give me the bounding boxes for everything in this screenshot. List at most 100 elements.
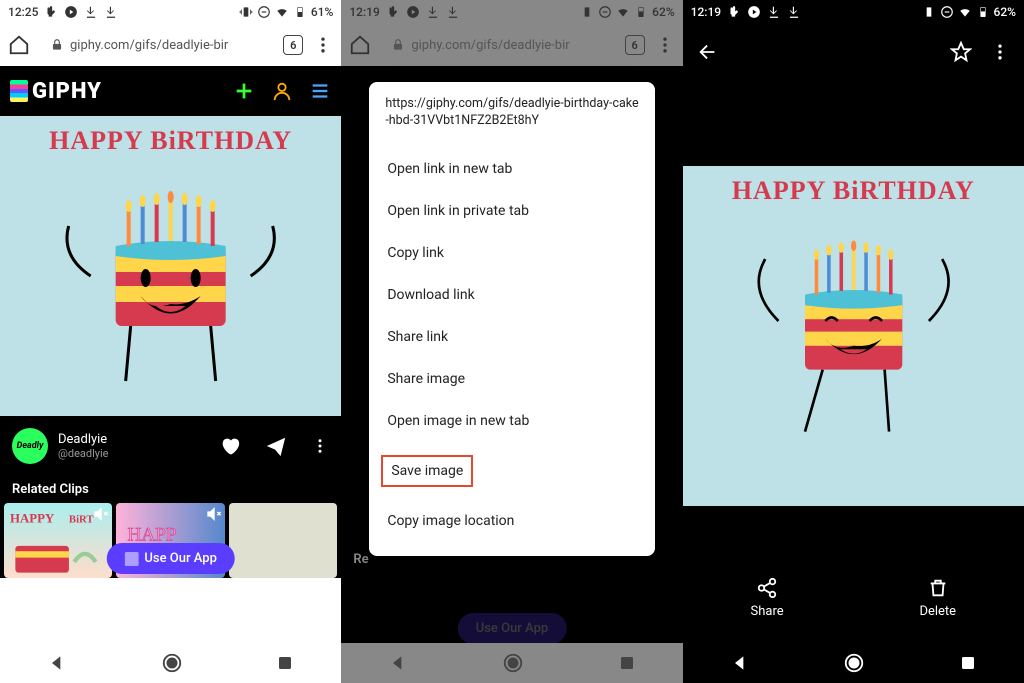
- home-icon[interactable]: [8, 34, 30, 56]
- gif-image[interactable]: HAPPY BiRTHDAY: [0, 116, 341, 416]
- user-names[interactable]: Deadlyie @deadlyie: [58, 432, 109, 461]
- download-icon: [426, 5, 440, 19]
- nav-bar: [0, 643, 341, 683]
- tab-count[interactable]: 6: [283, 35, 303, 55]
- context-menu-item[interactable]: Open image in new tab: [385, 400, 638, 442]
- status-bar: 12:19 62%: [341, 0, 682, 24]
- nav-bar: [341, 643, 682, 683]
- lock-icon: [391, 38, 405, 52]
- status-bar: 12:19 62%: [683, 0, 1024, 24]
- clip-thumbnail[interactable]: HAPPY BiRT: [4, 503, 112, 578]
- nav-bar: [683, 643, 1024, 683]
- gif-image[interactable]: HAPPY BiRTHDAY: [683, 166, 1024, 506]
- plus-icon[interactable]: [233, 80, 255, 102]
- vibrate-icon: [922, 5, 936, 19]
- vibrate-icon: [580, 5, 594, 19]
- user-icon[interactable]: [271, 80, 293, 102]
- hand-icon: [727, 5, 741, 19]
- url-text: giphy.com/gifs/deadlyie-bir: [70, 38, 228, 53]
- use-app-button[interactable]: Use Our App: [106, 543, 235, 574]
- gif-caption: HAPPY BiRTHDAY: [49, 126, 292, 156]
- gif-caption: HAPPY BiRTHDAY: [732, 176, 975, 206]
- delete-button[interactable]: Delete: [919, 577, 956, 619]
- status-battery: 62%: [652, 5, 674, 19]
- share-button[interactable]: Share: [751, 577, 784, 619]
- giphy-header: GIPHY: [0, 66, 341, 116]
- download-icon: [104, 5, 118, 19]
- nav-back-icon[interactable]: [47, 653, 67, 673]
- context-menu-item[interactable]: Save image: [385, 442, 638, 500]
- send-icon[interactable]: [265, 435, 287, 457]
- nav-recent-icon[interactable]: [959, 654, 977, 672]
- use-app-button[interactable]: Use Our App: [458, 613, 567, 644]
- nav-recent-icon[interactable]: [618, 654, 636, 672]
- context-menu-item[interactable]: Copy image location: [385, 500, 638, 542]
- battery-icon: [976, 5, 990, 19]
- vibrate-icon: [239, 5, 253, 19]
- nav-back-icon[interactable]: [730, 653, 750, 673]
- viewer-actions: Share Delete: [683, 563, 1024, 633]
- cake-illustration: [0, 156, 341, 386]
- status-time: 12:19: [349, 5, 379, 19]
- download-icon: [787, 5, 801, 19]
- related-clips-label: Related Clips: [0, 476, 341, 503]
- status-battery: 61%: [311, 5, 333, 19]
- mute-icon: [206, 506, 222, 522]
- play-circle-icon: [406, 5, 420, 19]
- url-text: giphy.com/gifs/deadlyie-bir: [411, 38, 569, 53]
- dnd-icon: [257, 5, 271, 19]
- status-battery: 62%: [994, 5, 1016, 19]
- giphy-logo-mark: [10, 80, 28, 102]
- status-bar: 12:25 61%: [0, 0, 341, 24]
- hamburger-icon[interactable]: [309, 80, 331, 102]
- download-icon: [767, 5, 781, 19]
- avatar[interactable]: Deadly: [12, 428, 48, 464]
- wifi-icon: [616, 5, 630, 19]
- context-menu-item[interactable]: Share image: [385, 358, 638, 400]
- context-menu-item[interactable]: Share link: [385, 316, 638, 358]
- svg-text:HAPPY: HAPPY: [10, 511, 55, 525]
- hand-icon: [44, 5, 58, 19]
- nav-home-icon[interactable]: [502, 652, 524, 674]
- dnd-icon: [598, 5, 612, 19]
- play-circle-icon: [64, 5, 78, 19]
- context-menu-url: https://giphy.com/gifs/deadlyie-birthday…: [385, 96, 638, 130]
- context-menu-item[interactable]: Copy link: [385, 232, 638, 274]
- cake-illustration: [683, 206, 1024, 436]
- user-handle: @deadlyie: [58, 447, 109, 460]
- dnd-icon: [940, 5, 954, 19]
- wifi-icon: [275, 5, 289, 19]
- star-icon[interactable]: [950, 41, 972, 63]
- nav-home-icon[interactable]: [843, 652, 865, 674]
- kebab-menu-icon[interactable]: [990, 42, 1010, 62]
- home-icon[interactable]: [349, 34, 371, 56]
- context-menu-item[interactable]: Download link: [385, 274, 638, 316]
- kebab-menu-icon[interactable]: [655, 35, 675, 55]
- user-displayname: Deadlyie: [58, 432, 109, 448]
- download-icon: [84, 5, 98, 19]
- address-bar[interactable]: giphy.com/gifs/deadlyie-bir: [40, 34, 273, 57]
- giphy-brand-text: GIPHY: [32, 79, 102, 104]
- viewer-toolbar: [683, 28, 1024, 76]
- kebab-menu-icon[interactable]: [311, 435, 329, 457]
- hand-icon: [386, 5, 400, 19]
- clip-thumbnail[interactable]: [229, 503, 337, 578]
- download-icon: [446, 5, 460, 19]
- kebab-menu-icon[interactable]: [313, 35, 333, 55]
- user-row: Deadly Deadlyie @deadlyie: [0, 416, 341, 476]
- nav-home-icon[interactable]: [161, 652, 183, 674]
- giphy-logo[interactable]: GIPHY: [10, 79, 102, 104]
- context-menu-item[interactable]: Open link in private tab: [385, 190, 638, 232]
- battery-icon: [634, 5, 648, 19]
- heart-icon[interactable]: [219, 435, 241, 457]
- address-bar[interactable]: giphy.com/gifs/deadlyie-bir: [381, 34, 614, 57]
- tab-count[interactable]: 6: [625, 35, 645, 55]
- svg-text:BiRT: BiRT: [69, 513, 94, 525]
- nav-recent-icon[interactable]: [276, 654, 294, 672]
- back-arrow-icon[interactable]: [697, 41, 719, 63]
- clips-row: HAPPYBiRT HAPPY! Use Our App: [0, 503, 341, 578]
- browser-bar: giphy.com/gifs/deadlyie-bir 6: [341, 24, 682, 66]
- context-menu-item[interactable]: Open link in new tab: [385, 148, 638, 190]
- mute-icon: [93, 506, 109, 522]
- nav-back-icon[interactable]: [388, 653, 408, 673]
